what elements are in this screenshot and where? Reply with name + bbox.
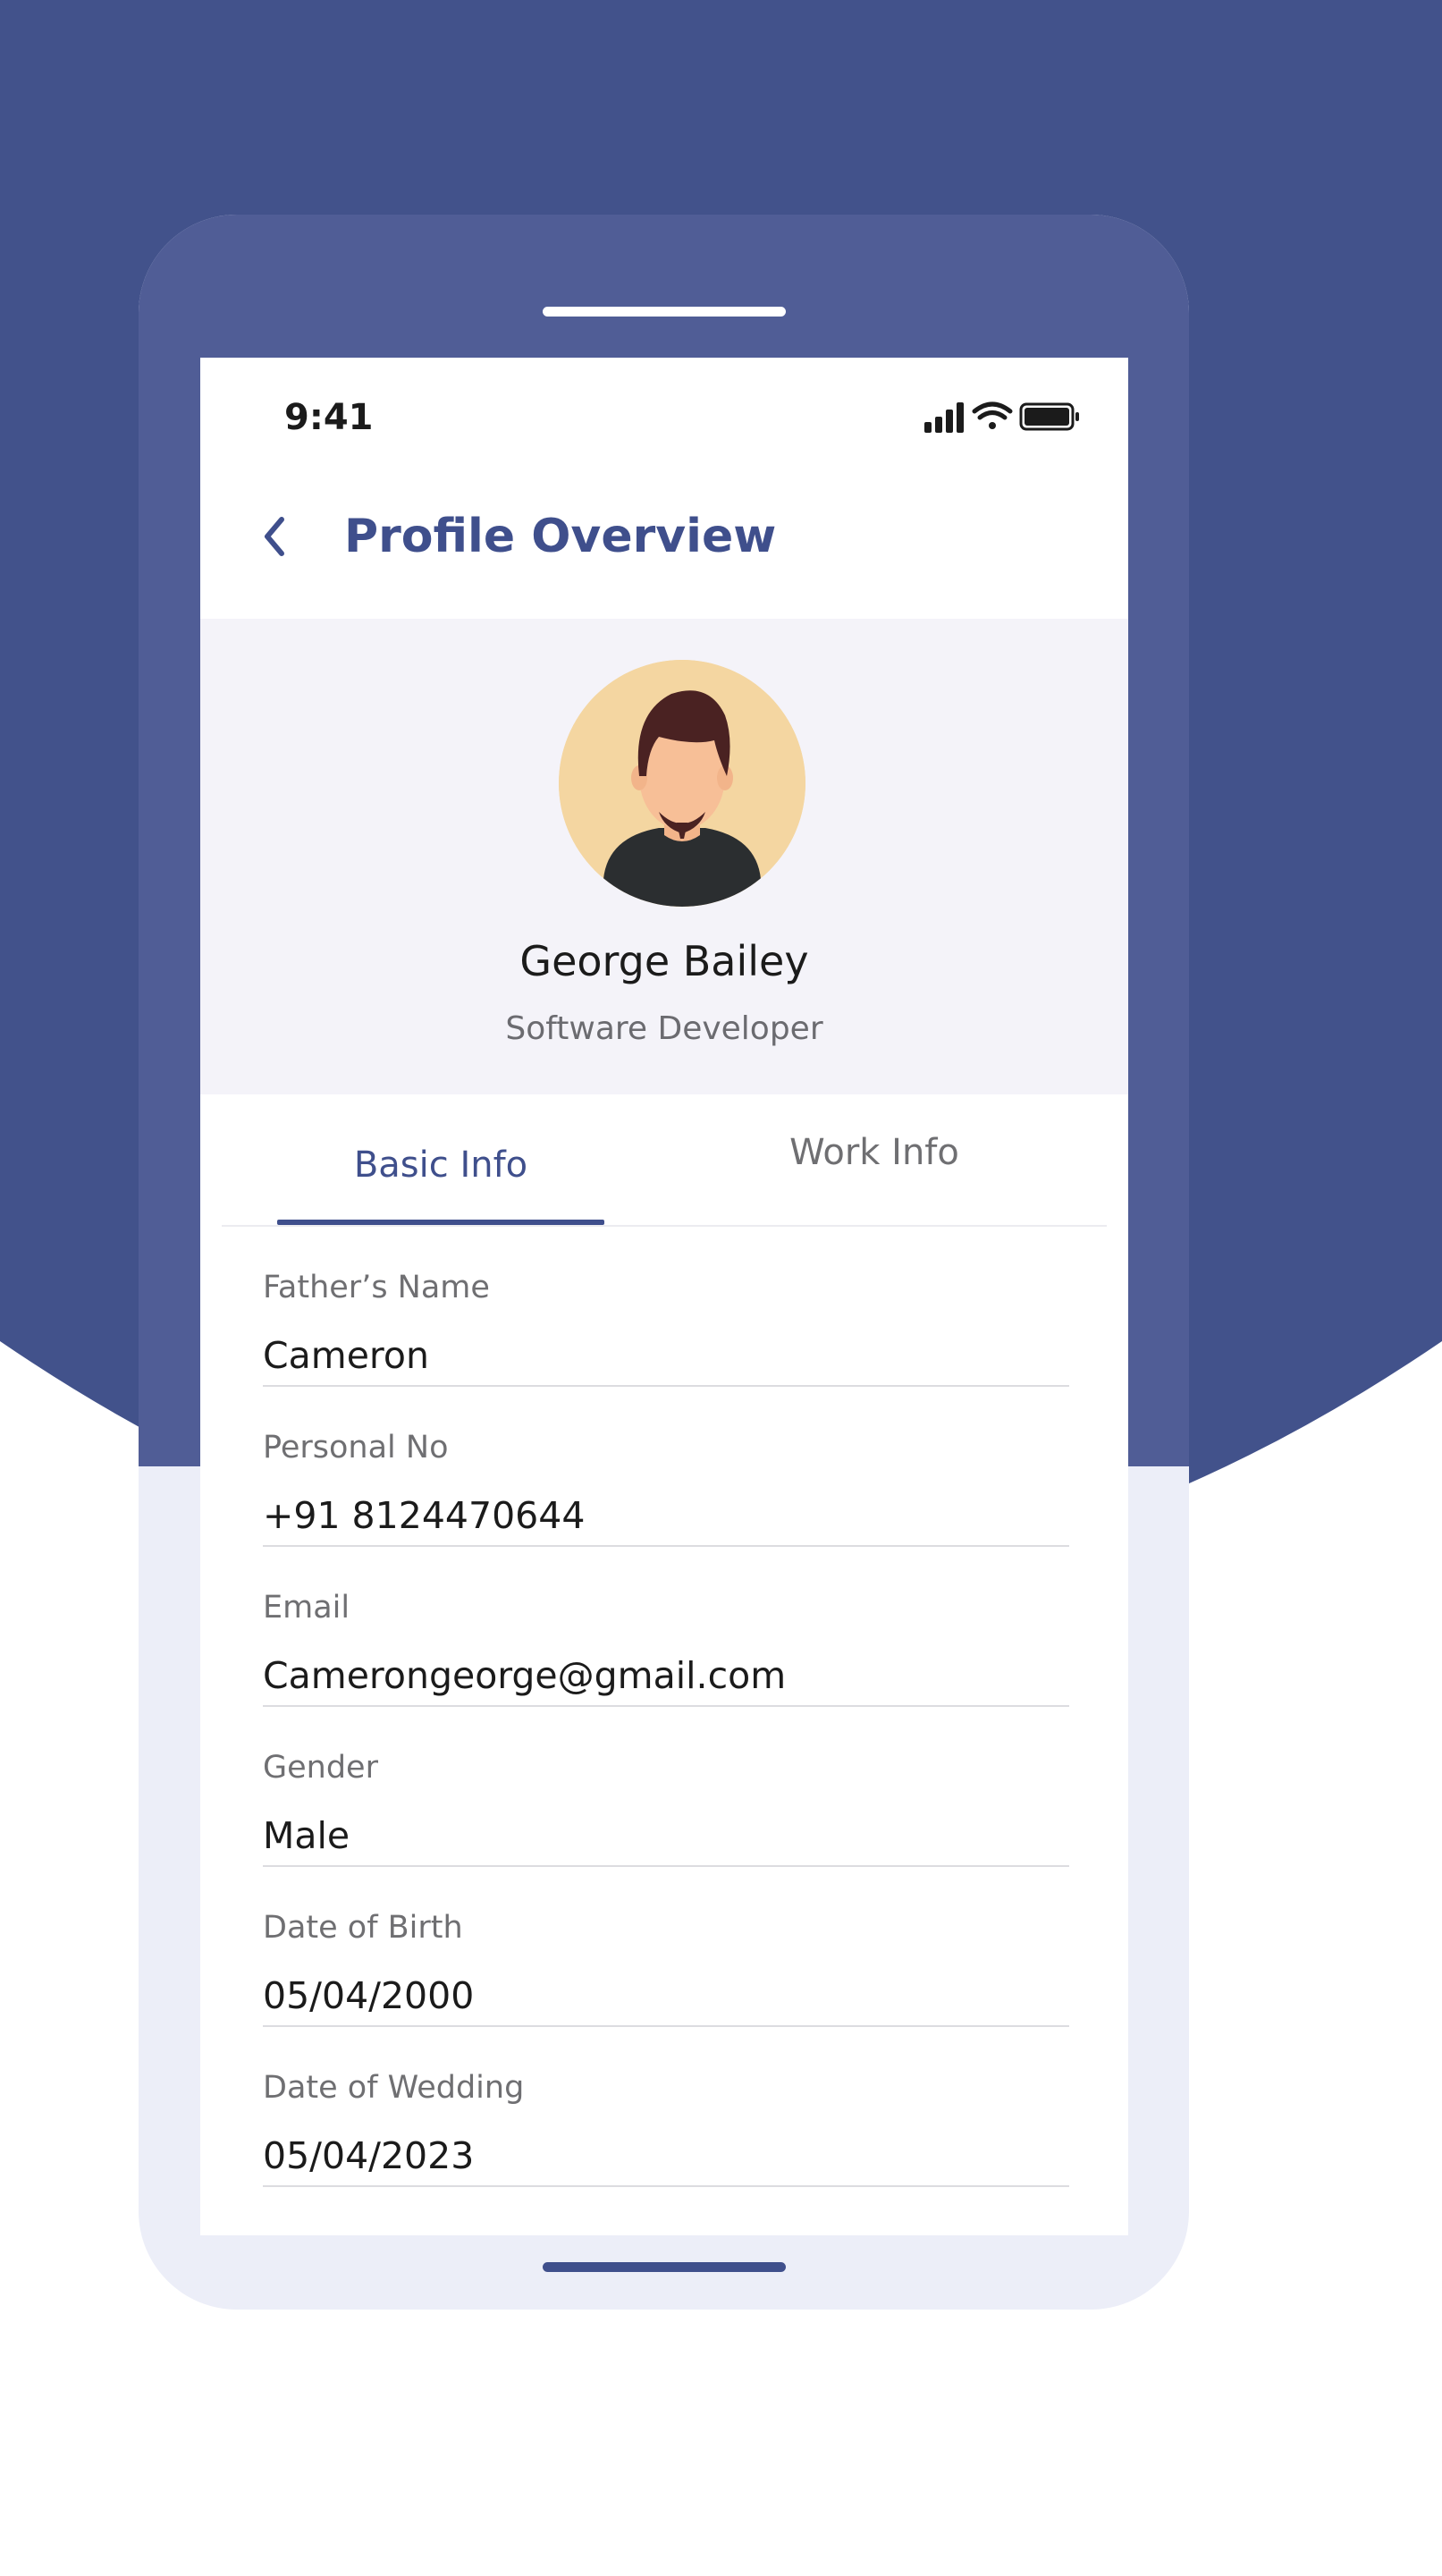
field-label: Date of Wedding [263, 2070, 525, 2106]
chevron-left-icon [265, 517, 284, 556]
status-icons [924, 395, 1103, 443]
field-value: 05/04/2023 [263, 2134, 475, 2177]
person-avatar-icon [559, 660, 805, 907]
signal-icon [924, 402, 964, 433]
field-fathers-name: Father’s Name Cameron [263, 1227, 1069, 1387]
profile-name: George Bailey [519, 937, 809, 985]
field-gender: Gender Male [263, 1707, 1069, 1867]
field-date-of-wedding: Date of Wedding 05/04/2023 [263, 2027, 1069, 2187]
tab-basic-info[interactable]: Basic Info [277, 1094, 604, 1225]
field-label: Personal No [263, 1430, 449, 1465]
phone-speaker [543, 307, 786, 317]
tab-work-info[interactable]: Work Info [696, 1094, 1053, 1225]
field-value: Camerongeorge@gmail.com [263, 1654, 787, 1697]
profile-card: George Bailey Software Developer [200, 619, 1128, 1094]
field-value: +91 8124470644 [263, 1494, 586, 1537]
page-title: Profile Overview [344, 510, 777, 563]
app-header: Profile Overview [200, 465, 1128, 619]
avatar[interactable] [559, 660, 805, 907]
field-date-of-birth: Date of Birth 05/04/2000 [263, 1867, 1069, 2027]
field-email: Email Camerongeorge@gmail.com [263, 1547, 1069, 1707]
home-indicator[interactable] [543, 2262, 786, 2272]
field-label: Date of Birth [263, 1910, 463, 1946]
status-time: 9:41 [284, 397, 374, 438]
back-button[interactable] [243, 501, 306, 572]
phone-screen: 9:41 Profile Overview George Bailey Soft… [200, 358, 1128, 2235]
battery-icon [1019, 402, 1079, 431]
field-label: Father’s Name [263, 1270, 490, 1305]
tab-bar: Basic Info Work Info [222, 1094, 1107, 1227]
field-label: Email [263, 1590, 350, 1626]
wifi-icon [972, 401, 1013, 429]
field-value: 05/04/2000 [263, 1974, 475, 2017]
field-value: Male [263, 1814, 350, 1857]
field-value: Cameron [263, 1334, 429, 1377]
field-label: Gender [263, 1750, 378, 1786]
status-bar: 9:41 [200, 358, 1128, 465]
basic-info-fields: Father’s Name Cameron Personal No +91 81… [263, 1227, 1069, 2187]
profile-role: Software Developer [505, 1010, 823, 1047]
field-personal-no: Personal No +91 8124470644 [263, 1387, 1069, 1547]
